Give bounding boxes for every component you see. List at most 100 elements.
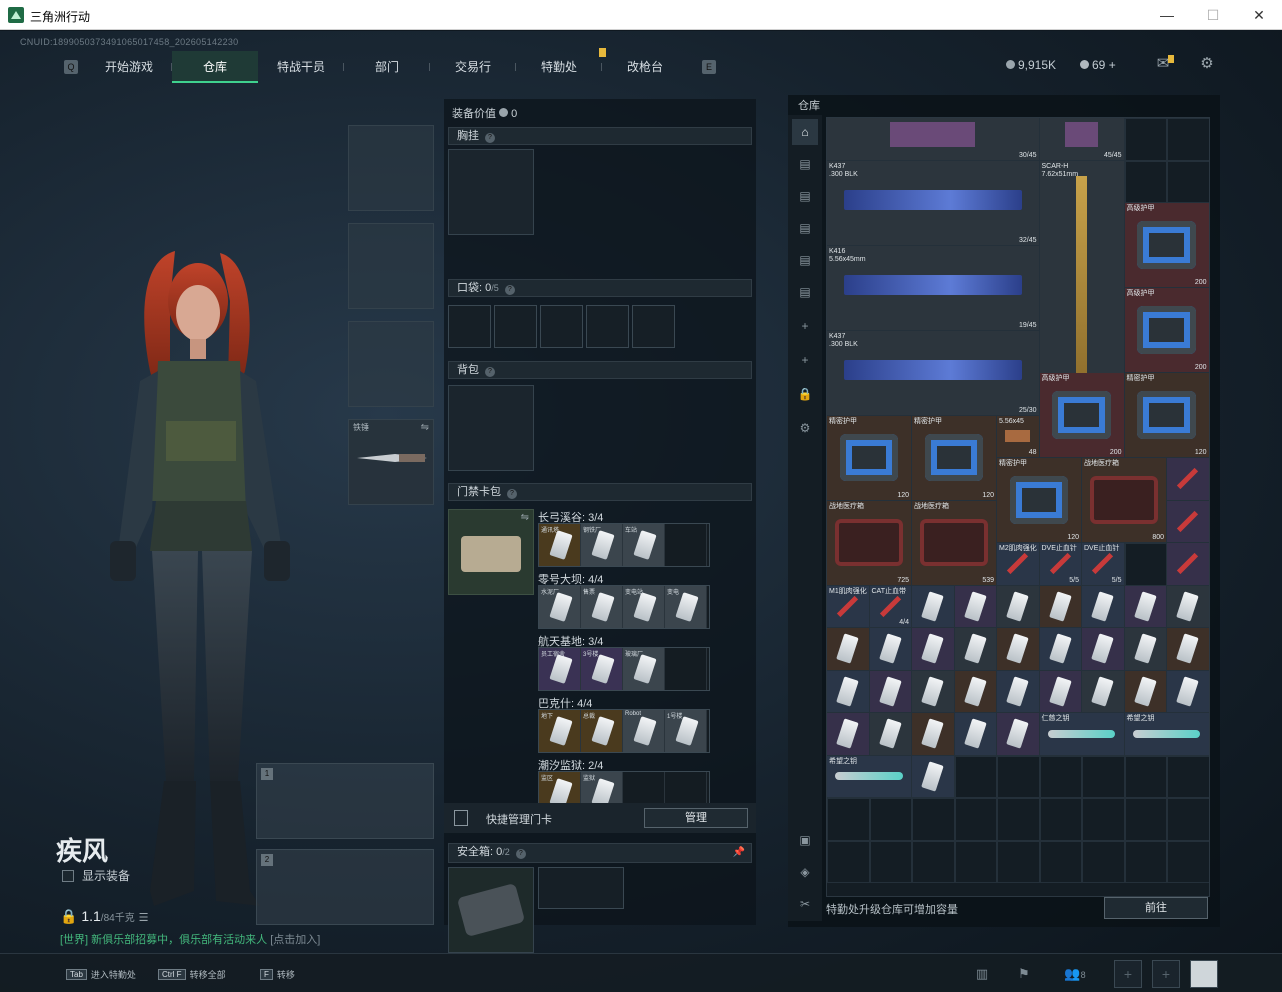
storage-item-rifle[interactable]: K416 5.56x45mm 19/45 (827, 245, 1039, 330)
storage-cell[interactable] (1124, 160, 1167, 203)
storage-item-key[interactable]: 希望之钥 (827, 755, 911, 797)
storage-item-keycard[interactable] (827, 713, 869, 755)
nav-next-key[interactable]: E (702, 60, 716, 74)
tab-department[interactable]: 部门 (344, 51, 430, 83)
storage-page-5-icon[interactable]: ▤ (792, 279, 818, 305)
storage-item-keycard[interactable] (1082, 628, 1124, 670)
storage-item-keycard[interactable] (1082, 670, 1124, 712)
stats-chart-icon[interactable]: ▥ (968, 962, 996, 986)
storage-item-keycard[interactable] (1039, 670, 1081, 712)
swap-icon[interactable]: ⇋ (521, 512, 529, 523)
empty-keycard-slot[interactable] (665, 648, 707, 690)
chest-rig-slot[interactable] (448, 149, 534, 235)
storage-item-keycard[interactable] (912, 670, 954, 712)
keycard-item[interactable]: 车站 (623, 524, 665, 566)
keycard-item[interactable]: 员工宿舍 (539, 648, 581, 690)
backpack-slot[interactable] (448, 385, 534, 471)
storage-item-weapon-part[interactable]: 45/45 (1039, 118, 1124, 160)
storage-item-medkit[interactable]: 战地医疗箱 725 (827, 500, 911, 585)
hint-tab[interactable]: Tab 进入特勤处 (66, 968, 136, 981)
storage-item-keycard[interactable] (954, 585, 996, 627)
help-icon[interactable]: ? (485, 367, 495, 377)
show-equipment-toggle[interactable]: 显示装备 (62, 867, 130, 884)
storage-item-keycard[interactable] (912, 585, 954, 627)
tab-start-game[interactable]: 开始游戏 (86, 51, 172, 83)
party-slot-add-icon[interactable]: + (1152, 960, 1180, 988)
storage-cell[interactable] (827, 798, 870, 841)
storage-cell[interactable] (1167, 798, 1209, 841)
tab-trade[interactable]: 交易行 (430, 51, 516, 83)
goto-button[interactable]: 前往 (1104, 897, 1208, 919)
safe-box-cell[interactable] (538, 867, 624, 909)
storage-cell[interactable] (997, 840, 1040, 883)
storage-item-syringe[interactable]: M1肌肉强化 (827, 585, 869, 627)
storage-item-armor[interactable]: 精密护甲 120 (827, 415, 911, 500)
storage-item-keycard[interactable] (1167, 670, 1209, 712)
layers-icon[interactable]: ◈ (792, 859, 818, 885)
pocket-slot[interactable] (540, 305, 583, 348)
storage-cell[interactable] (912, 840, 955, 883)
storage-cell[interactable] (1124, 755, 1167, 798)
maximize-button[interactable]: ☐ (1190, 0, 1236, 30)
storage-all-tab-icon[interactable]: ⌂ (792, 119, 818, 145)
storage-item-keycard[interactable] (997, 585, 1039, 627)
storage-cell[interactable] (1167, 840, 1209, 883)
storage-page-3-icon[interactable]: ▤ (792, 215, 818, 241)
storage-item-key[interactable]: 仁慈之钥 (1039, 713, 1124, 755)
settings-gear-icon[interactable]: ⚙ (1198, 55, 1216, 73)
storage-cell[interactable] (1082, 840, 1125, 883)
storage-page-4-icon[interactable]: ▤ (792, 247, 818, 273)
storage-cell[interactable] (869, 798, 912, 841)
keycard-item[interactable]: 总裁 (581, 710, 623, 752)
storage-item-rifle[interactable]: K437 .300 BLK 25/30 (827, 330, 1039, 415)
manage-button[interactable]: 管理 (644, 808, 748, 828)
storage-cell[interactable] (997, 755, 1040, 798)
keycard-item[interactable]: 玻璃厂 (623, 648, 665, 690)
party-slot-add-icon[interactable]: + (1114, 960, 1142, 988)
storage-page-1-icon[interactable]: ▤ (792, 151, 818, 177)
keycard-item[interactable]: 通讯塔 (539, 524, 581, 566)
keycard-item[interactable]: 1号楼 (665, 710, 707, 752)
help-icon[interactable]: ? (515, 849, 526, 859)
pistol-slot[interactable] (348, 321, 434, 407)
secondary-weapon-slot[interactable]: 2 (256, 849, 434, 925)
keycard-item[interactable]: 变电站 (623, 586, 665, 628)
storage-item-syringe[interactable]: DVE止血针 5/5 (1082, 543, 1124, 585)
tab-operators[interactable]: 特战干员 (258, 51, 344, 83)
storage-item-keycard[interactable] (1082, 585, 1124, 627)
storage-item-syringe[interactable]: CAT止血带 4/4 (869, 585, 911, 627)
storage-cell[interactable] (827, 840, 870, 883)
storage-item-keycard[interactable] (997, 670, 1039, 712)
keycard-holder-slot[interactable]: ⇋ (448, 509, 534, 595)
storage-item-keycard[interactable] (1124, 670, 1166, 712)
storage-item-keycard[interactable] (1124, 628, 1166, 670)
storage-item-syringe[interactable]: DVE止血针 5/5 (1039, 543, 1081, 585)
player-avatar[interactable] (1190, 960, 1218, 988)
storage-item-medkit[interactable]: 战地医疗箱 800 (1082, 458, 1166, 542)
storage-cell[interactable] (1082, 755, 1125, 798)
keycard-item[interactable]: 变电 (665, 586, 707, 628)
storage-item-syringe[interactable] (1167, 500, 1209, 542)
storage-cell[interactable] (997, 798, 1040, 841)
storage-item-keycard[interactable] (1167, 585, 1209, 627)
storage-cell[interactable] (954, 798, 997, 841)
keycard-item[interactable]: 3号楼 (581, 648, 623, 690)
add-page-icon[interactable]: + (792, 313, 818, 339)
storage-cell[interactable] (1124, 840, 1167, 883)
keycard-item[interactable]: 钢铁厂 (581, 524, 623, 566)
tools-icon[interactable]: ✂ (792, 891, 818, 917)
help-icon[interactable]: ? (504, 285, 515, 295)
show-equipment-checkbox[interactable] (62, 869, 74, 882)
list-icon[interactable]: ☰ (139, 912, 149, 924)
storage-cell[interactable] (1167, 118, 1209, 161)
storage-item-armor[interactable]: 高级护甲 200 (1039, 373, 1124, 457)
storage-item-key[interactable]: 希望之钥 (1124, 713, 1209, 755)
storage-item-syringe[interactable]: M2肌肉强化 (997, 543, 1039, 585)
tab-storage[interactable]: 仓库 (172, 51, 258, 83)
minimize-button[interactable]: — (1144, 0, 1190, 30)
storage-cell[interactable] (1124, 798, 1167, 841)
storage-item-keycard[interactable] (954, 713, 996, 755)
storage-item-armor[interactable]: 高级护甲 200 (1124, 203, 1209, 287)
storage-item-armor[interactable]: 高级护甲 200 (1124, 288, 1209, 372)
storage-cell[interactable] (1039, 840, 1082, 883)
